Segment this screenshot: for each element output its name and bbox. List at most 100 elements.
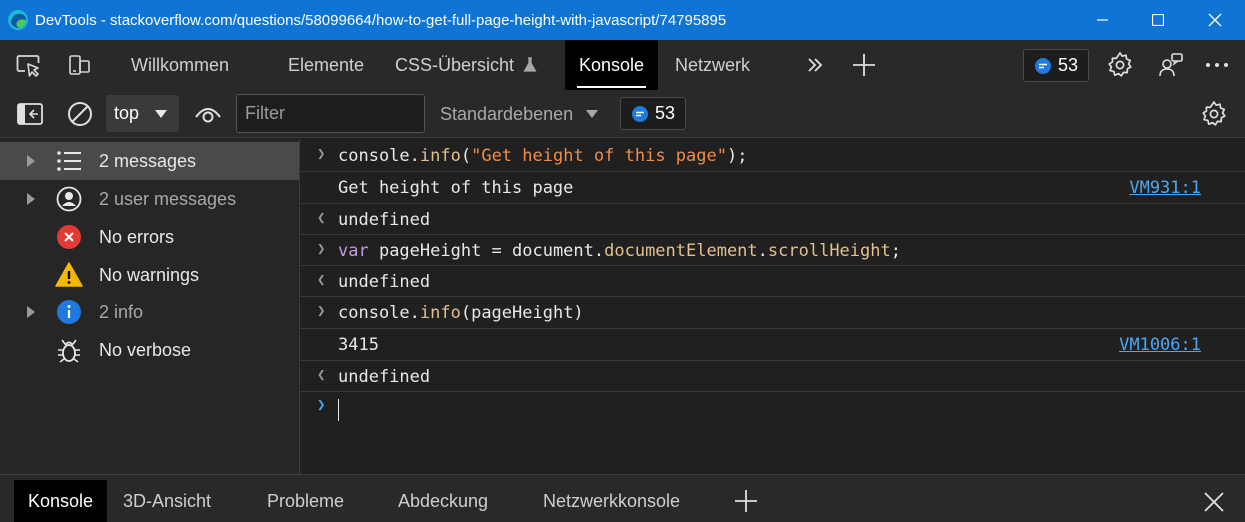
settings-button[interactable] [1104, 50, 1136, 80]
console-input-line[interactable]: ❯ console.info("Get height of this page"… [301, 139, 1245, 172]
console-result-line: ❮ undefined [301, 361, 1245, 392]
console-input-line[interactable]: ❯ console.info(pageHeight) [301, 297, 1245, 329]
expand-triangle-icon[interactable] [27, 155, 35, 167]
log-levels-label: Standardebenen [440, 104, 574, 124]
add-tab-button[interactable] [849, 51, 879, 79]
console-toolbar: top Standardebenen 53 [0, 90, 1245, 138]
inspect-icon [16, 55, 40, 77]
message-icon [1035, 57, 1051, 74]
log-levels-dropdown[interactable]: Standardebenen [440, 90, 599, 138]
console-settings-button[interactable] [1198, 99, 1230, 129]
drawer-tab-console[interactable]: Konsole [14, 480, 108, 522]
drawer-tab-network-console[interactable]: Netzwerkkonsole [543, 480, 680, 522]
sidebar-item-label: No errors [99, 226, 175, 247]
main-toolbar: Willkommen Elemente CSS-Übersicht Konsol… [0, 40, 1245, 90]
console-result-line: ❮ undefined [301, 266, 1245, 297]
live-expression-button[interactable] [192, 100, 224, 128]
expand-triangle-icon[interactable] [27, 306, 35, 318]
device-emulation-button[interactable] [64, 52, 94, 80]
sidebar-item-verbose[interactable]: No verbose [0, 331, 299, 369]
input-chevron-icon: ❯ [317, 146, 326, 162]
sidebar-item-label: No warnings [99, 264, 200, 285]
device-icon [69, 55, 90, 75]
message-icon [632, 105, 648, 122]
sidebar-item-warnings[interactable]: No warnings [0, 256, 299, 294]
chevron-double-right-icon [808, 58, 823, 72]
source-link[interactable]: VM1006:1 [1119, 335, 1201, 355]
drawer-tab-3d-view[interactable]: 3D-Ansicht [123, 480, 211, 522]
close-window-button[interactable] [1192, 0, 1238, 40]
people-feedback-icon [1159, 53, 1183, 77]
console-issues-count: 53 [655, 103, 676, 123]
eye-icon [195, 108, 221, 123]
console-output[interactable]: ❯ console.info("Get height of this page"… [301, 139, 1245, 474]
input-chevron-icon: ❯ [317, 303, 326, 319]
console-message: 3415 [338, 335, 379, 355]
error-icon [55, 223, 83, 251]
tab-console[interactable]: Konsole [565, 40, 659, 90]
console-result: undefined [338, 367, 431, 387]
sidebar-item-label: 2 user messages [99, 188, 237, 209]
add-drawer-tab-button[interactable] [733, 488, 759, 514]
more-options-button[interactable] [1202, 52, 1232, 78]
edge-logo-icon [8, 10, 28, 30]
console-result: undefined [338, 210, 431, 230]
issues-badge[interactable]: 53 [1023, 49, 1089, 82]
warning-icon [55, 261, 83, 289]
console-result-line: ❮ undefined [301, 204, 1245, 235]
drawer-tab-coverage[interactable]: Abdeckung [398, 480, 488, 522]
sidebar-item-label: 2 info [99, 301, 144, 322]
tab-css-overview[interactable]: CSS-Übersicht [395, 40, 537, 90]
console-code: console.info(pageHeight) [338, 303, 584, 323]
drawer-tab-issues[interactable]: Probleme [267, 480, 344, 522]
tab-css-overview-label: CSS-Übersicht [395, 55, 515, 75]
console-sidebar: 2 messages 2 user messages No errors No … [0, 139, 300, 474]
caret-down-icon [155, 110, 167, 118]
more-tabs-button[interactable] [801, 52, 829, 78]
maximize-button[interactable] [1135, 0, 1181, 40]
feedback-button[interactable] [1155, 50, 1187, 80]
close-icon [1208, 13, 1222, 27]
console-code: console.info("Get height of this page"); [338, 146, 748, 166]
console-code: var pageHeight = document.documentElemen… [338, 241, 901, 261]
context-select[interactable]: top [106, 95, 179, 132]
info-icon [55, 298, 83, 326]
sidebar-item-user-messages[interactable]: 2 user messages [0, 180, 299, 218]
gear-icon [1108, 52, 1132, 77]
source-link[interactable]: VM931:1 [1129, 178, 1201, 198]
clear-icon [68, 102, 92, 126]
sidebar-item-info[interactable]: 2 info [0, 293, 299, 331]
console-input-line[interactable]: ❯ var pageHeight = document.documentElem… [301, 235, 1245, 266]
issues-count: 53 [1058, 55, 1079, 75]
console-result: undefined [338, 272, 431, 292]
sidebar-item-label: No verbose [99, 339, 192, 360]
tab-network[interactable]: Netzwerk [675, 40, 750, 90]
prompt-chevron-icon: ❯ [317, 397, 326, 413]
minimize-button[interactable] [1080, 0, 1126, 40]
close-drawer-button[interactable] [1200, 488, 1228, 516]
toggle-sidebar-button[interactable] [14, 100, 46, 128]
tab-elements[interactable]: Elemente [288, 40, 364, 90]
input-chevron-icon: ❯ [317, 241, 326, 257]
result-chevron-icon: ❮ [317, 210, 326, 226]
tab-welcome[interactable]: Willkommen [131, 40, 229, 90]
console-issues-badge[interactable]: 53 [620, 97, 686, 130]
console-prompt[interactable]: ❯ [301, 392, 1245, 428]
maximize-icon [1152, 14, 1164, 26]
console-message-line: Get height of this page VM931:1 [301, 172, 1245, 204]
user-icon [55, 185, 83, 213]
window-title: DevTools - stackoverflow.com/questions/5… [35, 11, 727, 29]
clear-console-button[interactable] [64, 99, 96, 129]
drawer-toolbar: Konsole 3D-Ansicht Probleme Abdeckung Ne… [0, 474, 1245, 522]
filter-input[interactable] [236, 94, 425, 133]
plus-icon [735, 490, 757, 512]
inspect-element-button[interactable] [14, 52, 44, 80]
sidebar-item-messages[interactable]: 2 messages [0, 142, 299, 180]
sidebar-item-errors[interactable]: No errors [0, 218, 299, 256]
sidebar-toggle-icon [17, 103, 43, 125]
expand-triangle-icon[interactable] [27, 193, 35, 205]
text-caret [338, 399, 339, 421]
minimize-icon [1097, 19, 1108, 21]
title-bar: DevTools - stackoverflow.com/questions/5… [0, 0, 1245, 40]
bug-icon [55, 336, 83, 364]
